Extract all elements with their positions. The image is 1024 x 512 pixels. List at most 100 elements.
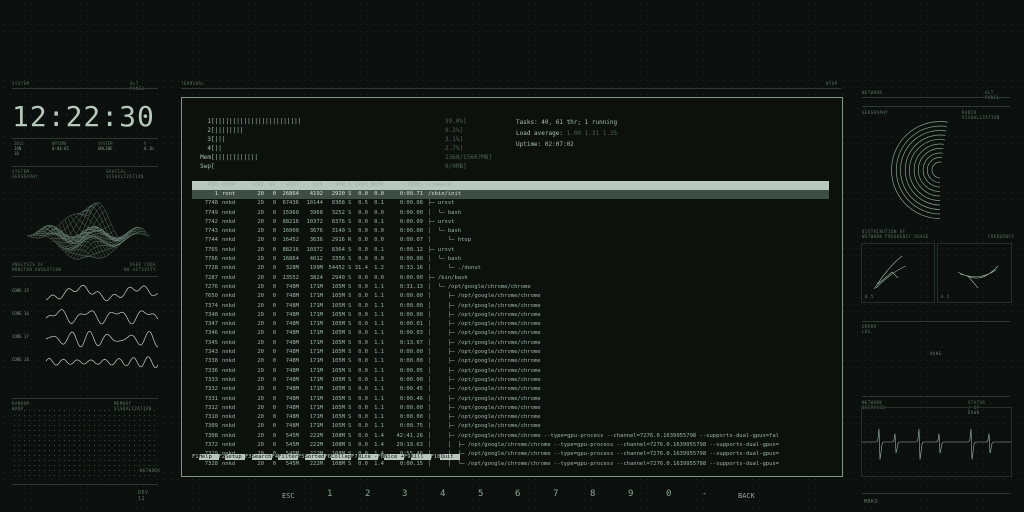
process-cell-res: 222M [309,442,323,449]
process-row[interactable]: 7372 nnkd 20 0 545M 222M 108M S 0.0 1.4 29:19.63 │ … [192,441,829,450]
process-cell-ni: 0 [272,358,276,365]
fkey-f3[interactable]: F3 [245,454,252,460]
fkey-label[interactable]: Search [251,454,272,460]
column-header[interactable]: PRI [252,181,264,190]
process-cell-cmd: │ ├─ /opt/google/chrome/chrome --type=gp… [428,432,779,439]
process-cell-cmd: │ ├─ /opt/google/chrome/chrome [428,349,541,356]
process-row[interactable]: 7345 nnkd 20 0 748M 171M 105M S 0.0 1.1 0:13.07 │ ├… [192,339,829,348]
process-row[interactable]: 7374 nnkd 20 0 748M 171M 105M S 0.0 1.1 0:00.00 │ ├… [192,302,829,311]
stat-system: SYSTEM ONLINE [98,141,113,151]
process-row[interactable]: 7742 nnkd 20 0 88216 10372 8376 S 0.0 0.1 0:00.09 ├… [192,218,829,227]
process-cell-s: S [348,442,352,449]
key-0[interactable]: 0 [666,489,671,499]
error-log-header: ERROR LOG [862,324,877,335]
column-header[interactable]: S [348,181,351,190]
process-cell-s: S [348,414,352,421]
process-cell-ni: 0 [272,283,276,290]
key-back[interactable]: BACK [738,492,755,500]
process-row[interactable]: 7332 nnkd 20 0 748M 171M 105M S 0.0 1.1 0:00.45 │ ├… [192,385,829,394]
process-row[interactable]: 7331 nnkd 20 0 748M 171M 105M S 0.0 1.1 0:00.46 │ ├… [192,395,829,404]
column-header[interactable]: USER [222,181,235,190]
process-cell-time: 0:00.00 [399,256,423,263]
key-8[interactable]: 8 [590,489,595,499]
process-row[interactable]: 7343 nnkd 20 0 748M 171M 105M S 0.0 1.1 0:00.00 │ ├… [192,348,829,357]
key--[interactable]: - [702,489,707,499]
fkey-f10[interactable]: F10 [430,454,441,460]
key-2[interactable]: 2 [365,489,370,499]
left-panel-header-left: SYSTEM [12,81,30,86]
key-5[interactable]: 5 [478,489,483,499]
process-row[interactable]: 7347 nnkd 20 0 748M 171M 105M S 0.0 1.1 0:00.01 │ ├… [192,320,829,329]
process-cell-shr: 3252 [331,209,345,216]
fkey-label[interactable]: Quit [440,454,461,460]
process-cell-s: S [348,349,352,356]
key-9[interactable]: 9 [628,489,633,499]
process-cell-ni: 0 [272,200,276,207]
column-header[interactable]: SHR [327,181,345,190]
fkey-label[interactable]: Collap [331,454,351,460]
key-7[interactable]: 7 [553,489,558,499]
fkey-label[interactable]: Kill [410,454,431,460]
right-panel-header-left: NETWORK [862,90,883,96]
column-header[interactable]: PID [196,181,218,190]
key-1[interactable]: 1 [327,489,332,499]
fkey-label[interactable]: Nice - [357,454,378,460]
key-4[interactable]: 4 [440,489,445,499]
fkey-f9[interactable]: F9 [404,454,411,460]
column-header[interactable]: Command [428,181,826,190]
fkey-label[interactable]: Filter [278,454,298,460]
process-cell-virt: 26864 [282,191,299,197]
process-row[interactable]: 7744 nnkd 20 0 16452 3636 2916 R 0.0 0.0 0:00.07 │ … [192,236,829,245]
process-row[interactable]: 7346 nnkd 20 0 748M 171M 105M S 0.0 1.1 0:00.03 │ ├… [192,329,829,338]
process-cell-shr: 108M [331,432,345,439]
column-header[interactable]: CPU% [354,181,368,190]
key-6[interactable]: 6 [515,489,520,499]
process-row[interactable]: 7728 nnkd 20 0 328M 199M 54452 S 31.4 1.2 0:33.16 │… [192,264,829,273]
fkey-f1[interactable]: F1 [192,454,199,460]
process-row[interactable]: 7650 nnkd 20 0 748M 171M 105M S 0.0 1.1 0:00.00 │ ├… [192,292,829,301]
fkey-f5[interactable]: F5 [298,454,305,460]
process-cell-res: 171M [309,330,323,337]
process-cell-mem: 1.1 [374,330,384,337]
process-cell-cmd: │ └─ htop [428,237,472,244]
process-row[interactable]: 7743 nnkd 20 0 16000 3676 3140 S 0.0 0.0 0:00.00 │ … [192,227,829,236]
fkey-label[interactable]: Setup [225,454,245,460]
process-row[interactable]: 7766 nnkd 20 0 16864 4012 3356 S 0.0 0.0 0:00.00 │ … [192,255,829,264]
process-row[interactable]: 7312 nnkd 20 0 748M 171M 105M S 0.0 1.1 0:00.00 │ ├… [192,404,829,413]
process-row[interactable]: 1 root 20 0 26864 4192 2920 S 0.0 0.0 0:00.71/sbin… [192,190,829,200]
process-cell-time: 0:00.07 [399,237,423,244]
process-cell-shr: 105M [331,311,345,318]
column-header[interactable]: MEM% [370,181,384,190]
process-row[interactable]: 7765 nnkd 20 0 88216 10372 8364 S 0.0 0.1 0:00.12 ├… [192,246,829,255]
process-cell-s: S [348,358,352,365]
process-row[interactable]: 7336 nnkd 20 0 748M 171M 105M S 0.0 1.1 0:00.05 │ ├… [192,367,829,376]
key-3[interactable]: 3 [402,489,407,499]
process-row[interactable]: 7749 nnkd 20 0 15960 3968 3252 S 0.0 0.0 0:00.00 │ … [192,209,829,218]
column-header[interactable]: VIRT [279,181,299,190]
process-row[interactable]: 7310 nnkd 20 0 748M 171M 105M S 0.0 1.1 0:00.00 │ ├… [192,413,829,422]
process-cell-user: nnkd [222,386,236,393]
column-header[interactable]: RES [303,181,323,190]
process-cell-time: 0:00.00 [399,228,423,235]
process-row[interactable]: 7748 nnkd 20 0 67436 10144 8368 S 0.5 0.1 0:00.08 ├… [192,199,829,208]
process-row[interactable]: 7309 nnkd 20 0 748M 171M 105M S 0.0 1.1 0:00.75 │ ├… [192,422,829,431]
process-table-header[interactable]: PID USER PRI NI VIRT RES SHR S CPU% MEM% TIME+ Comm… [192,181,829,191]
process-row[interactable]: 7287 nnkd 20 0 13552 3824 2940 S 0.0 0.0 0:00.00 ├─… [192,274,829,283]
process-cell-virt: 748M [285,423,299,430]
process-cell-shr: 105M [331,367,345,374]
process-cell-time: 29:19.63 [396,442,424,449]
fkey-f7[interactable]: F7 [351,454,358,460]
process-row[interactable]: 7308 nnkd 20 0 545M 222M 108M S 0.0 1.4 42:41.26 │ … [192,432,829,441]
fkey-label[interactable]: Help [198,454,219,460]
key-esc[interactable]: ESC [282,492,295,500]
fkey-label[interactable]: Sorted [304,454,325,460]
process-row[interactable]: 7276 nnkd 20 0 748M 171M 105M S 0.0 1.1 0:31.13 │ └… [192,283,829,292]
process-row[interactable]: 7333 nnkd 20 0 748M 171M 105M S 0.0 1.1 0:00.00 │ ├… [192,376,829,385]
process-cell-virt: 545M [285,442,299,449]
column-header[interactable]: NI [268,181,276,190]
column-header[interactable]: TIME+ [387,181,423,190]
fkey-label[interactable]: Nice + [384,454,404,460]
process-row[interactable]: 7338 nnkd 20 0 748M 171M 105M S 0.0 1.1 0:00.00 │ ├… [192,357,829,366]
process-cell-mem: 0.0 [374,209,384,216]
process-row[interactable]: 7348 nnkd 20 0 748M 171M 105M S 0.0 1.1 0:00.00 │ ├… [192,311,829,320]
